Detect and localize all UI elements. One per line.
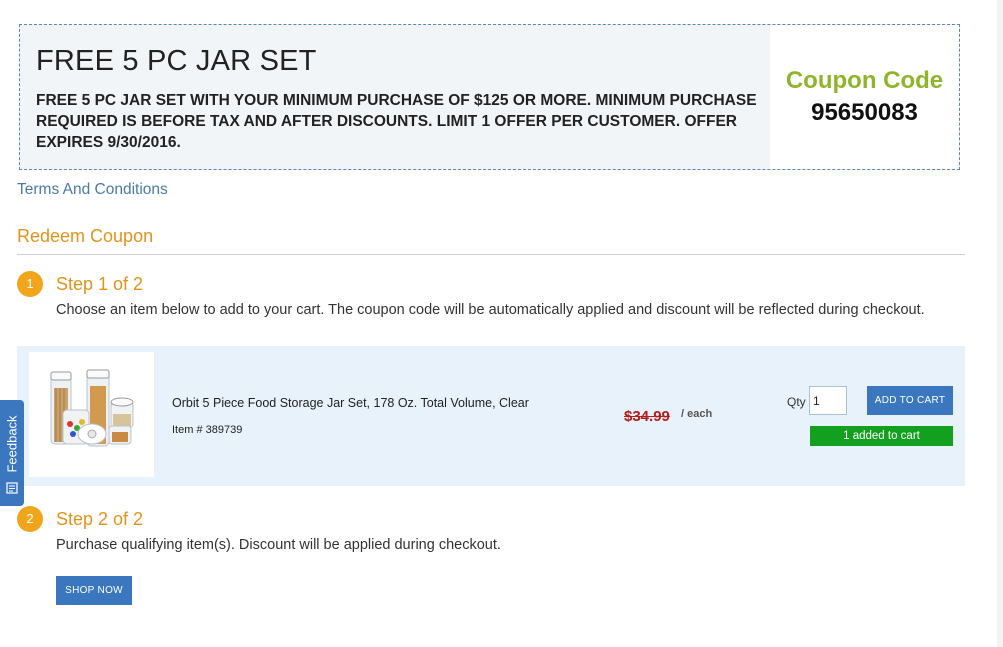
offer-title: FREE 5 PC JAR SET xyxy=(36,45,317,77)
step-2-description: Purchase qualifying item(s). Discount wi… xyxy=(56,537,501,553)
scrollbar-track[interactable] xyxy=(997,0,1003,647)
offer-panel: FREE 5 PC JAR SET FREE 5 PC JAR SET WITH… xyxy=(20,25,772,169)
quantity-input[interactable] xyxy=(809,386,847,415)
shop-now-button[interactable]: SHOP NOW xyxy=(56,576,132,605)
product-price: $34.99 xyxy=(624,408,670,425)
product-item-number: Item # 389739 xyxy=(172,424,243,436)
add-to-cart-button[interactable]: ADD TO CART xyxy=(867,386,953,415)
quantity-label: Qty xyxy=(787,395,806,409)
jar-set-image xyxy=(50,369,134,447)
feedback-tab[interactable]: Feedback xyxy=(0,400,24,506)
feedback-label: Feedback xyxy=(4,415,20,473)
section-divider xyxy=(17,254,965,255)
coupon-code-label: Coupon Code xyxy=(785,67,944,94)
redeem-coupon-heading: Redeem Coupon xyxy=(17,226,154,246)
coupon-banner: FREE 5 PC JAR SET FREE 5 PC JAR SET WITH… xyxy=(19,24,960,170)
coupon-code-value: 95650083 xyxy=(811,99,918,126)
step-1-badge: 1 xyxy=(17,271,43,297)
product-row: Orbit 5 Piece Food Storage Jar Set, 178 … xyxy=(17,346,965,486)
added-to-cart-status: 1 added to cart xyxy=(810,426,953,446)
coupon-code-panel: Coupon Code 95650083 xyxy=(770,25,959,169)
product-image[interactable] xyxy=(29,352,154,477)
price-unit: / each xyxy=(681,408,713,420)
product-name[interactable]: Orbit 5 Piece Food Storage Jar Set, 178 … xyxy=(172,396,529,410)
step-1-title: Step 1 of 2 xyxy=(56,274,144,294)
terms-and-conditions-link[interactable]: Terms And Conditions xyxy=(17,181,168,199)
feedback-icon xyxy=(6,482,18,494)
step-2-title: Step 2 of 2 xyxy=(56,509,144,529)
step-1-description: Choose an item below to add to your cart… xyxy=(56,302,925,318)
offer-description: FREE 5 PC JAR SET WITH YOUR MINIMUM PURC… xyxy=(36,92,757,151)
step-2-badge: 2 xyxy=(17,506,43,532)
